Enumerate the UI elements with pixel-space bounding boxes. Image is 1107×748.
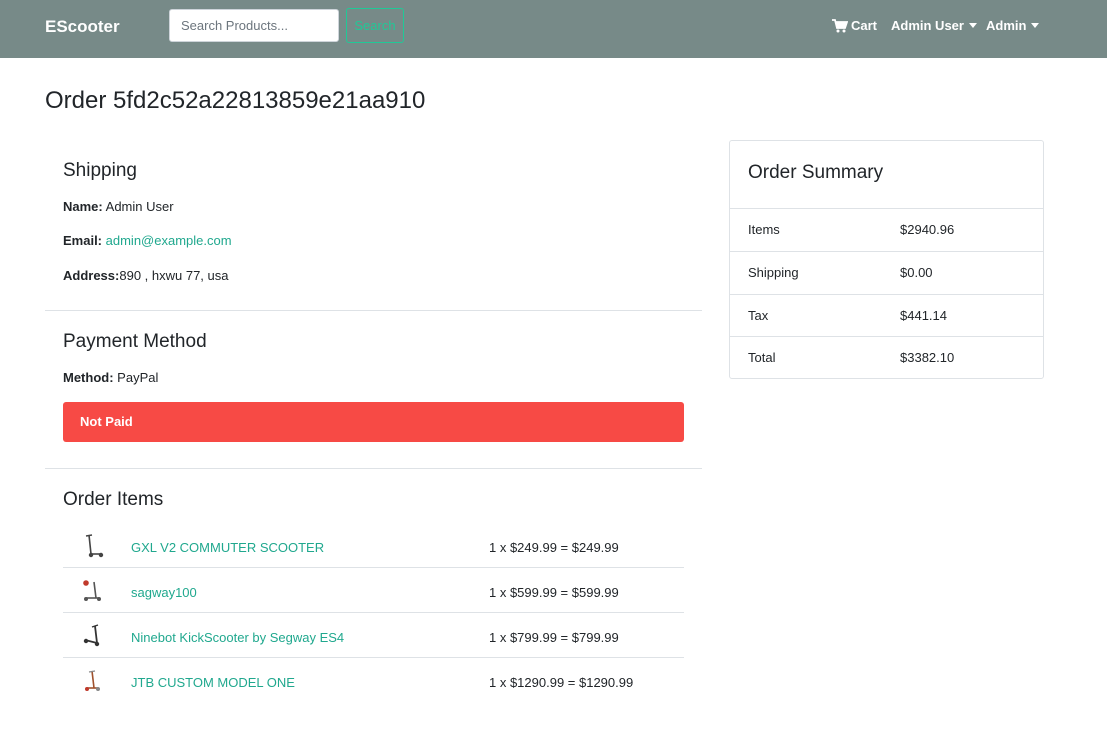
summary-value: $441.14 <box>900 308 947 323</box>
search-button[interactable]: Search <box>346 8 404 43</box>
shipping-name: Name: Admin User <box>63 199 174 214</box>
order-summary-heading: Order Summary <box>748 162 884 183</box>
scooter-thumbnail-icon <box>83 580 101 601</box>
summary-label: Shipping <box>748 265 799 280</box>
address-label: Address: <box>63 268 120 283</box>
name-label: Name: <box>63 199 103 214</box>
list-item: sagway100 1 x $599.99 = $599.99 <box>63 568 684 613</box>
summary-label: Total <box>748 350 776 365</box>
product-link[interactable]: sagway100 <box>131 585 197 600</box>
chevron-down-icon <box>1031 23 1040 28</box>
order-items-list: GXL V2 COMMUTER SCOOTER 1 x $249.99 = $2… <box>63 523 684 703</box>
list-item: GXL V2 COMMUTER SCOOTER 1 x $249.99 = $2… <box>63 523 684 568</box>
summary-row-shipping: Shipping $0.00 <box>730 251 1043 294</box>
divider <box>45 468 702 469</box>
divider <box>45 310 702 311</box>
cart-icon <box>832 18 848 32</box>
summary-row-tax: Tax $441.14 <box>730 294 1043 337</box>
scooter-thumbnail-icon <box>85 670 100 691</box>
scooter-thumbnail-icon <box>83 624 100 647</box>
cart-label: Cart <box>851 18 878 33</box>
summary-row-items: Items $2940.96 <box>730 208 1043 251</box>
chevron-down-icon <box>968 23 977 28</box>
summary-value: $2940.96 <box>900 222 955 237</box>
product-link[interactable]: Ninebot KickScooter by Segway ES4 <box>131 630 344 645</box>
admin-menu-dropdown[interactable]: Admin <box>986 18 1040 33</box>
summary-label: Items <box>748 222 780 237</box>
navbar: EScooter Search Cart Admin User Admin <box>0 0 1107 58</box>
admin-menu-label: Admin <box>986 18 1027 33</box>
summary-label: Tax <box>748 308 769 323</box>
method-label: Method: <box>63 370 114 385</box>
payment-heading: Payment Method <box>63 331 207 352</box>
list-item: JTB CUSTOM MODEL ONE 1 x $1290.99 = $129… <box>63 658 684 703</box>
line-total: 1 x $799.99 = $799.99 <box>489 630 619 645</box>
address-value: 890 , hxwu 77, usa <box>119 268 229 283</box>
scooter-thumbnail-icon <box>85 534 104 558</box>
name-value: Admin User <box>105 199 174 214</box>
method-value: PayPal <box>117 370 159 385</box>
line-total: 1 x $1290.99 = $1290.99 <box>489 675 634 690</box>
payment-status-alert: Not Paid <box>63 402 684 442</box>
user-menu-dropdown[interactable]: Admin User <box>891 18 977 33</box>
shipping-address: Address:890 , hxwu 77, usa <box>63 268 229 283</box>
product-link[interactable]: JTB CUSTOM MODEL ONE <box>131 675 295 690</box>
line-total: 1 x $249.99 = $249.99 <box>489 540 619 555</box>
product-link[interactable]: GXL V2 COMMUTER SCOOTER <box>131 540 324 555</box>
page-title: Order 5fd2c52a22813859e21aa910 <box>45 87 426 114</box>
user-menu-label: Admin User <box>891 18 964 33</box>
order-summary-card: Order Summary Items $2940.96 Shipping $0… <box>729 140 1044 379</box>
order-items-heading: Order Items <box>63 489 164 510</box>
summary-value: $3382.10 <box>900 350 955 365</box>
cart-link[interactable]: Cart <box>832 18 877 33</box>
shipping-email: Email: admin@example.com <box>63 233 232 248</box>
payment-method: Method: PayPal <box>63 370 158 385</box>
line-total: 1 x $599.99 = $599.99 <box>489 585 619 600</box>
brand-logo[interactable]: EScooter <box>45 17 120 37</box>
shipping-heading: Shipping <box>63 160 137 181</box>
email-label: Email: <box>63 233 103 248</box>
summary-row-total: Total $3382.10 <box>730 336 1043 379</box>
summary-value: $0.00 <box>900 265 933 280</box>
list-item: Ninebot KickScooter by Segway ES4 1 x $7… <box>63 613 684 658</box>
email-link[interactable]: admin@example.com <box>106 233 232 248</box>
search-input[interactable] <box>169 9 339 42</box>
